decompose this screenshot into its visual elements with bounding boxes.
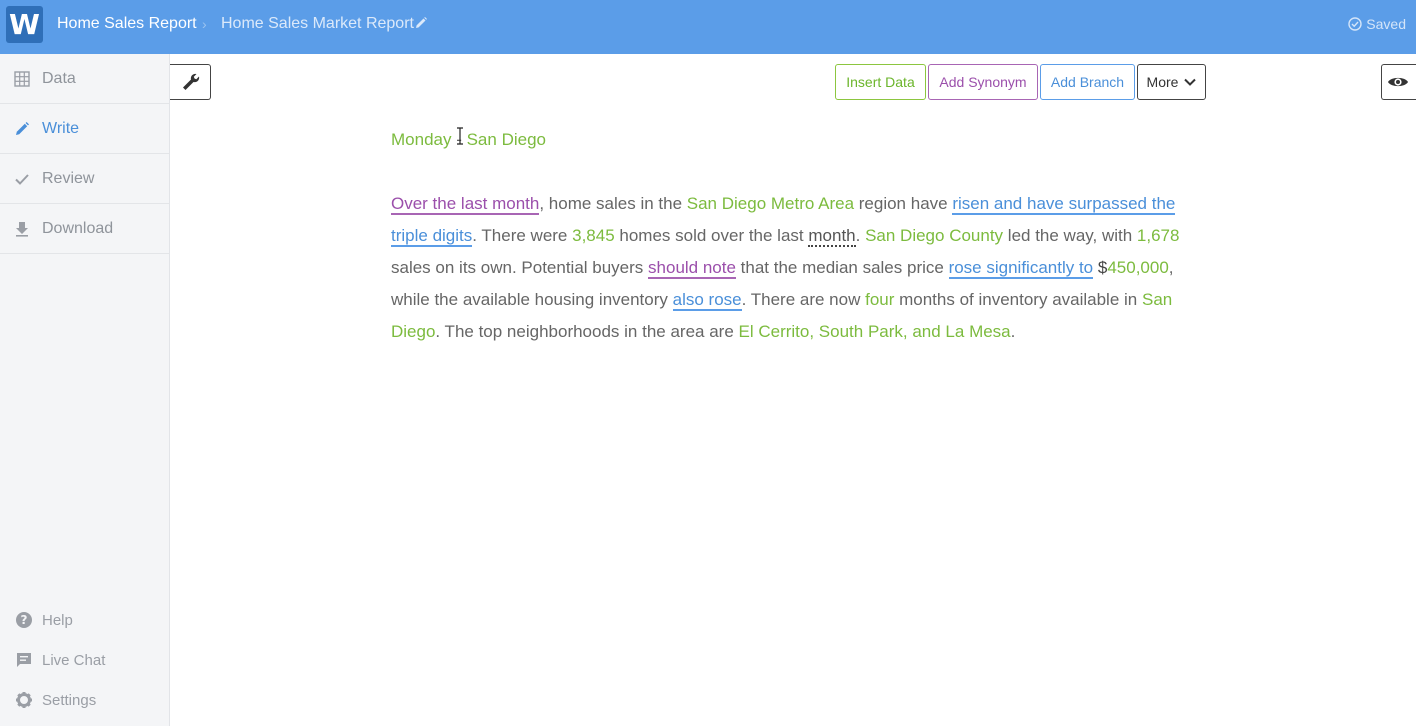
branch-token[interactable]: rose significantly to [948, 258, 1094, 279]
app-logo[interactable]: W [6, 6, 43, 43]
title-day[interactable]: Monday [391, 130, 451, 149]
sidebar-help[interactable]: ? Help [0, 605, 169, 635]
gear-icon [16, 692, 32, 708]
synonym-token[interactable]: should note [648, 258, 736, 279]
text-cursor-icon [457, 127, 463, 145]
more-button[interactable]: More [1137, 64, 1206, 100]
static-text: homes sold over the last [614, 226, 809, 245]
check-icon [15, 173, 29, 185]
add-branch-button[interactable]: Add Branch [1040, 64, 1135, 100]
add-synonym-button[interactable]: Add Synonym [928, 64, 1038, 100]
tools-button[interactable] [170, 64, 211, 100]
static-text: led the way, with [1003, 226, 1137, 245]
sidebar-item-data[interactable]: Data [0, 54, 169, 104]
static-text: sales on its own. Potential buyers [391, 258, 649, 277]
data-token[interactable]: San Diego County [865, 226, 1003, 245]
static-text: months of inventory available in [894, 290, 1142, 309]
static-text: $ [1093, 258, 1108, 277]
sidebar-item-label: Review [42, 169, 95, 187]
sidebar-item-write[interactable]: Write [0, 104, 169, 154]
breadcrumb-document[interactable]: Home Sales Market Report [221, 15, 414, 33]
static-text: , home sales in the [539, 194, 687, 213]
pencil-icon [16, 121, 29, 135]
static-text: . [1010, 322, 1016, 341]
data-token[interactable]: 450,000 [1107, 258, 1168, 277]
eye-icon [1388, 77, 1408, 87]
more-label: More [1146, 74, 1179, 90]
sidebar-item-label: Data [42, 69, 76, 87]
static-text: . There are now [741, 290, 866, 309]
static-text: . The top neighborhoods in the area are [435, 322, 739, 341]
sidebar-help-label: Help [42, 611, 73, 629]
insert-data-button[interactable]: Insert Data [835, 64, 926, 100]
download-icon [16, 221, 28, 237]
breadcrumb-separator: › [202, 16, 207, 32]
document-paragraph[interactable]: Over the last month, home sales in the S… [391, 188, 1181, 348]
save-status: Saved [1348, 16, 1406, 32]
sidebar-item-label: Download [42, 219, 114, 237]
synonym-token[interactable]: Over the last month [391, 194, 540, 215]
check-circle-icon [1348, 17, 1362, 31]
static-text: that the median sales price [735, 258, 949, 277]
help-icon: ? [16, 612, 32, 628]
grid-icon [14, 70, 30, 87]
sidebar-settings[interactable]: Settings [0, 685, 169, 715]
sidebar-item-download[interactable]: Download [0, 204, 169, 254]
title-city[interactable]: San Diego [467, 130, 546, 149]
wrench-icon [183, 73, 200, 90]
svg-text:?: ? [21, 613, 28, 627]
sidebar-live-chat[interactable]: Live Chat [0, 645, 169, 675]
document-title-line[interactable]: Monday - San Diego [391, 124, 546, 156]
branch-token[interactable]: also rose [672, 290, 742, 311]
data-token[interactable]: 1,678 [1137, 226, 1180, 245]
data-token[interactable]: San Diego Metro Area [687, 194, 854, 213]
data-token[interactable]: El Cerrito, South Park, and La Mesa [739, 322, 1011, 341]
static-text: region have [854, 194, 953, 213]
data-token[interactable]: four [865, 290, 894, 309]
sidebar-settings-label: Settings [42, 691, 97, 709]
chat-icon [17, 653, 31, 667]
sidebar: Data Write Review Download ? Help Live C… [0, 54, 170, 726]
variable-token[interactable]: month [808, 226, 856, 247]
save-status-label: Saved [1366, 16, 1406, 32]
sidebar-item-review[interactable]: Review [0, 154, 169, 204]
chevron-down-icon [1184, 78, 1197, 86]
static-text: . There were [472, 226, 573, 245]
edit-title-icon[interactable] [414, 16, 428, 30]
preview-button[interactable] [1381, 64, 1416, 100]
top-bar: W Home Sales Report › Home Sales Market … [0, 0, 1416, 54]
sidebar-item-label: Write [42, 119, 80, 137]
breadcrumb-project[interactable]: Home Sales Report [57, 15, 197, 33]
data-token[interactable]: 3,845 [572, 226, 615, 245]
static-text: . [855, 226, 866, 245]
sidebar-live-chat-label: Live Chat [42, 651, 106, 669]
